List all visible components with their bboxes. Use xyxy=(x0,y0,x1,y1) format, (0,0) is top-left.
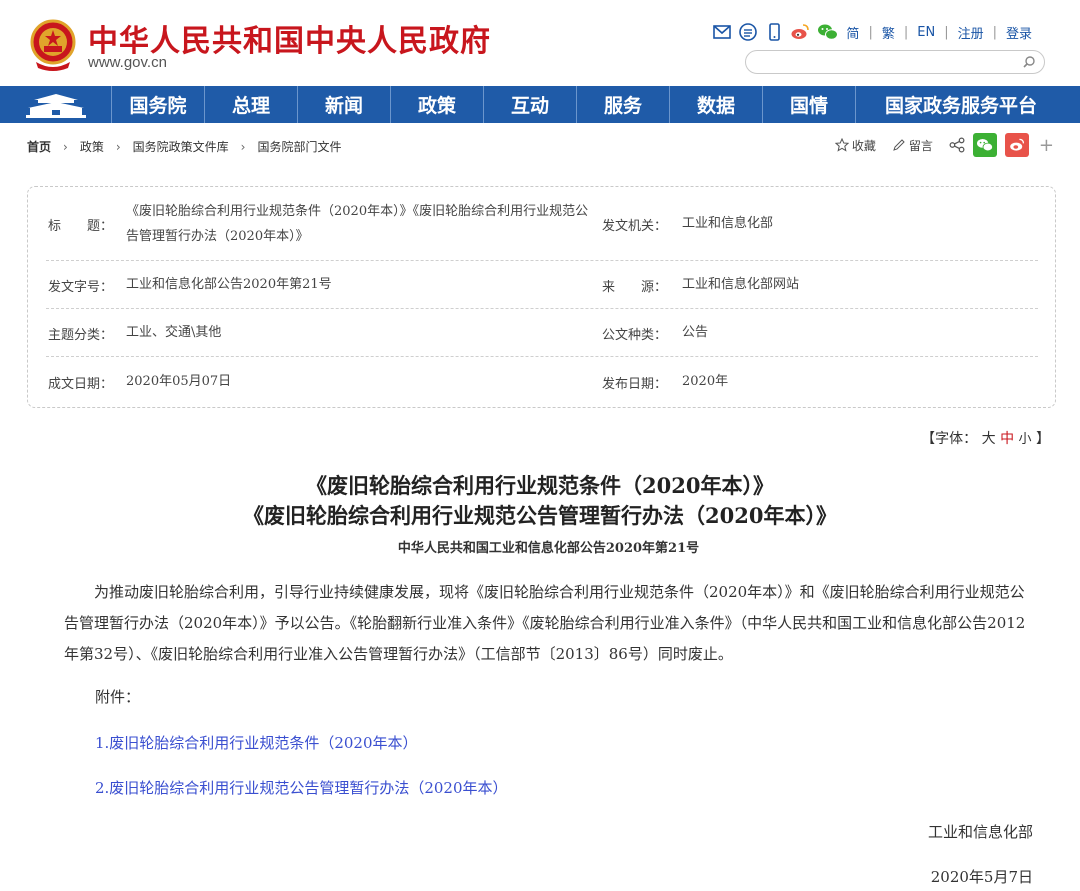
publish-date-label: 发布日期： xyxy=(602,377,668,392)
written-date-value: 2020年05月07日 xyxy=(126,374,232,389)
favorite-label: 收藏 xyxy=(851,138,876,153)
wechat-icon xyxy=(976,139,993,152)
article-title-line-2: 《废旧轮胎综合利用行业规范公告管理暂行办法（2020年本）》 xyxy=(243,503,837,528)
font-size-suffix: 】 xyxy=(1036,431,1050,447)
comment-button[interactable]: 留言 xyxy=(892,137,933,154)
national-emblem-icon[interactable] xyxy=(30,18,76,72)
font-size-switcher: 【字体： 大 中 小 】 xyxy=(921,428,1050,448)
written-date-label: 成文日期： xyxy=(48,377,114,392)
nav-item-policy[interactable]: 政策 xyxy=(391,86,484,123)
doc-number-label: 发文字号： xyxy=(48,280,114,295)
breadcrumb-department-docs[interactable]: 国务院部门文件 xyxy=(257,138,341,155)
font-size-prefix: 【字体： xyxy=(921,431,978,447)
search-icon[interactable] xyxy=(1022,55,1036,69)
weibo-icon[interactable] xyxy=(790,22,810,42)
separator: | xyxy=(868,24,873,40)
topic-label: 主题分类： xyxy=(48,328,114,343)
pencil-icon xyxy=(893,139,905,151)
main-nav: 国务院 总理 新闻 政策 互动 服务 数据 国情 国家政务服务平台 xyxy=(0,86,1080,123)
issuer-value: 工业和信息化部 xyxy=(682,216,774,231)
separator: | xyxy=(944,24,949,40)
nav-item-data[interactable]: 数据 xyxy=(670,86,763,123)
share-bar: 收藏 留言 + xyxy=(834,133,1054,157)
info-row: 成文日期： 2020年05月07日 发布日期： 2020年 xyxy=(46,357,1038,407)
separator: | xyxy=(903,24,909,40)
lang-traditional-link[interactable]: 繁 xyxy=(882,23,895,42)
breadcrumb-policy[interactable]: 政策 xyxy=(80,138,104,155)
breadcrumb-policy-library[interactable]: 国务院政策文件库 xyxy=(133,138,229,155)
doc-type-value: 公告 xyxy=(682,325,709,340)
search-input[interactable] xyxy=(756,53,1016,71)
login-link[interactable]: 登录 xyxy=(1006,23,1032,42)
topic-value: 工业、交通\其他 xyxy=(126,325,222,340)
site-url[interactable]: www.gov.cn xyxy=(88,54,167,71)
font-size-medium[interactable]: 中 xyxy=(1000,431,1014,447)
share-icon[interactable] xyxy=(949,137,965,153)
tiananmen-icon xyxy=(25,93,86,118)
article-title-line-1: 《废旧轮胎综合利用行业规范条件（2020年本）》 xyxy=(306,473,774,498)
nav-item-premier[interactable]: 总理 xyxy=(205,86,298,123)
nav-home[interactable] xyxy=(0,86,112,123)
chevron-right-icon: › xyxy=(115,139,121,154)
nav-item-interaction[interactable]: 互动 xyxy=(484,86,577,123)
favorite-button[interactable]: 收藏 xyxy=(834,137,876,154)
source-value: 工业和信息化部网站 xyxy=(682,277,800,292)
site-header: 中华人民共和国中央人民政府 www.gov.cn 简 | 繁 | EN | 注册… xyxy=(0,0,1080,86)
share-weibo-button[interactable] xyxy=(1004,133,1029,157)
breadcrumb: 首页 › 政策 › 国务院政策文件库 › 国务院部门文件 xyxy=(27,138,342,155)
doc-type-label: 公文种类： xyxy=(602,328,668,343)
document-info-table: 标 题： 《废旧轮胎综合利用行业规范条件（2020年本）》《废旧轮胎综合利用行业… xyxy=(27,186,1056,408)
separator: | xyxy=(992,24,997,40)
article-subtitle: 中华人民共和国工业和信息化部公告2020年第21号 xyxy=(397,541,700,556)
nav-item-state-council[interactable]: 国务院 xyxy=(112,86,205,123)
font-size-large[interactable]: 大 xyxy=(982,431,996,447)
nav-item-news[interactable]: 新闻 xyxy=(298,86,391,123)
lang-english-link[interactable]: EN xyxy=(917,25,935,40)
annex-link-1[interactable]: 1.废旧轮胎综合利用行业规范条件（2020年本） xyxy=(95,732,418,753)
nav-item-services[interactable]: 服务 xyxy=(577,86,670,123)
mail-icon[interactable] xyxy=(712,22,732,42)
search-box xyxy=(745,50,1045,74)
wechat-icon[interactable] xyxy=(816,22,840,42)
annex-link-2[interactable]: 2.废旧轮胎综合利用行业规范公告管理暂行办法（2020年本） xyxy=(95,777,508,798)
issuer-label: 发文机关： xyxy=(602,219,668,234)
lang-simplified-link[interactable]: 简 xyxy=(846,23,859,42)
share-wechat-button[interactable] xyxy=(972,133,997,157)
breadcrumb-home[interactable]: 首页 xyxy=(27,138,51,155)
source-label: 来 源： xyxy=(602,280,668,295)
chevron-right-icon: › xyxy=(240,139,246,154)
star-icon xyxy=(834,138,849,152)
chevron-right-icon: › xyxy=(63,139,68,154)
annex-label: 附件： xyxy=(95,688,141,706)
more-share-button[interactable]: + xyxy=(1039,135,1054,156)
font-size-small[interactable]: 小 xyxy=(1019,432,1032,447)
info-row: 发文字号： 工业和信息化部公告2020年第21号 来 源： 工业和信息化部网站 xyxy=(46,261,1038,309)
nav-item-national-info[interactable]: 国情 xyxy=(763,86,856,123)
signer: 工业和信息化部 xyxy=(927,823,1033,841)
nav-item-gov-service-platform[interactable]: 国家政务服务平台 xyxy=(856,86,1066,123)
doc-number-value: 工业和信息化部公告2020年第21号 xyxy=(126,277,332,292)
top-tools: 简 | 繁 | EN | 注册 | 登录 xyxy=(712,22,1032,42)
info-row: 标 题： 《废旧轮胎综合利用行业规范条件（2020年本）》《废旧轮胎综合利用行业… xyxy=(46,187,1038,261)
weibo-icon xyxy=(1010,138,1024,151)
rss-icon[interactable] xyxy=(738,22,758,42)
info-row: 主题分类： 工业、交通\其他 公文种类： 公告 xyxy=(46,309,1038,357)
sign-date: 2020年5月7日 xyxy=(930,868,1033,886)
article-body: 为推动废旧轮胎综合利用，引导行业持续健康发展，现将《废旧轮胎综合利用行业规范条件… xyxy=(64,583,1026,663)
title-label: 标 题： xyxy=(48,219,114,234)
register-link[interactable]: 注册 xyxy=(958,23,984,42)
mobile-icon[interactable] xyxy=(764,22,784,42)
comment-label: 留言 xyxy=(908,138,933,153)
title-value: 《废旧轮胎综合利用行业规范条件（2020年本）》《废旧轮胎综合利用行业规范公告管… xyxy=(126,204,589,244)
publish-date-value: 2020年 xyxy=(682,374,729,389)
